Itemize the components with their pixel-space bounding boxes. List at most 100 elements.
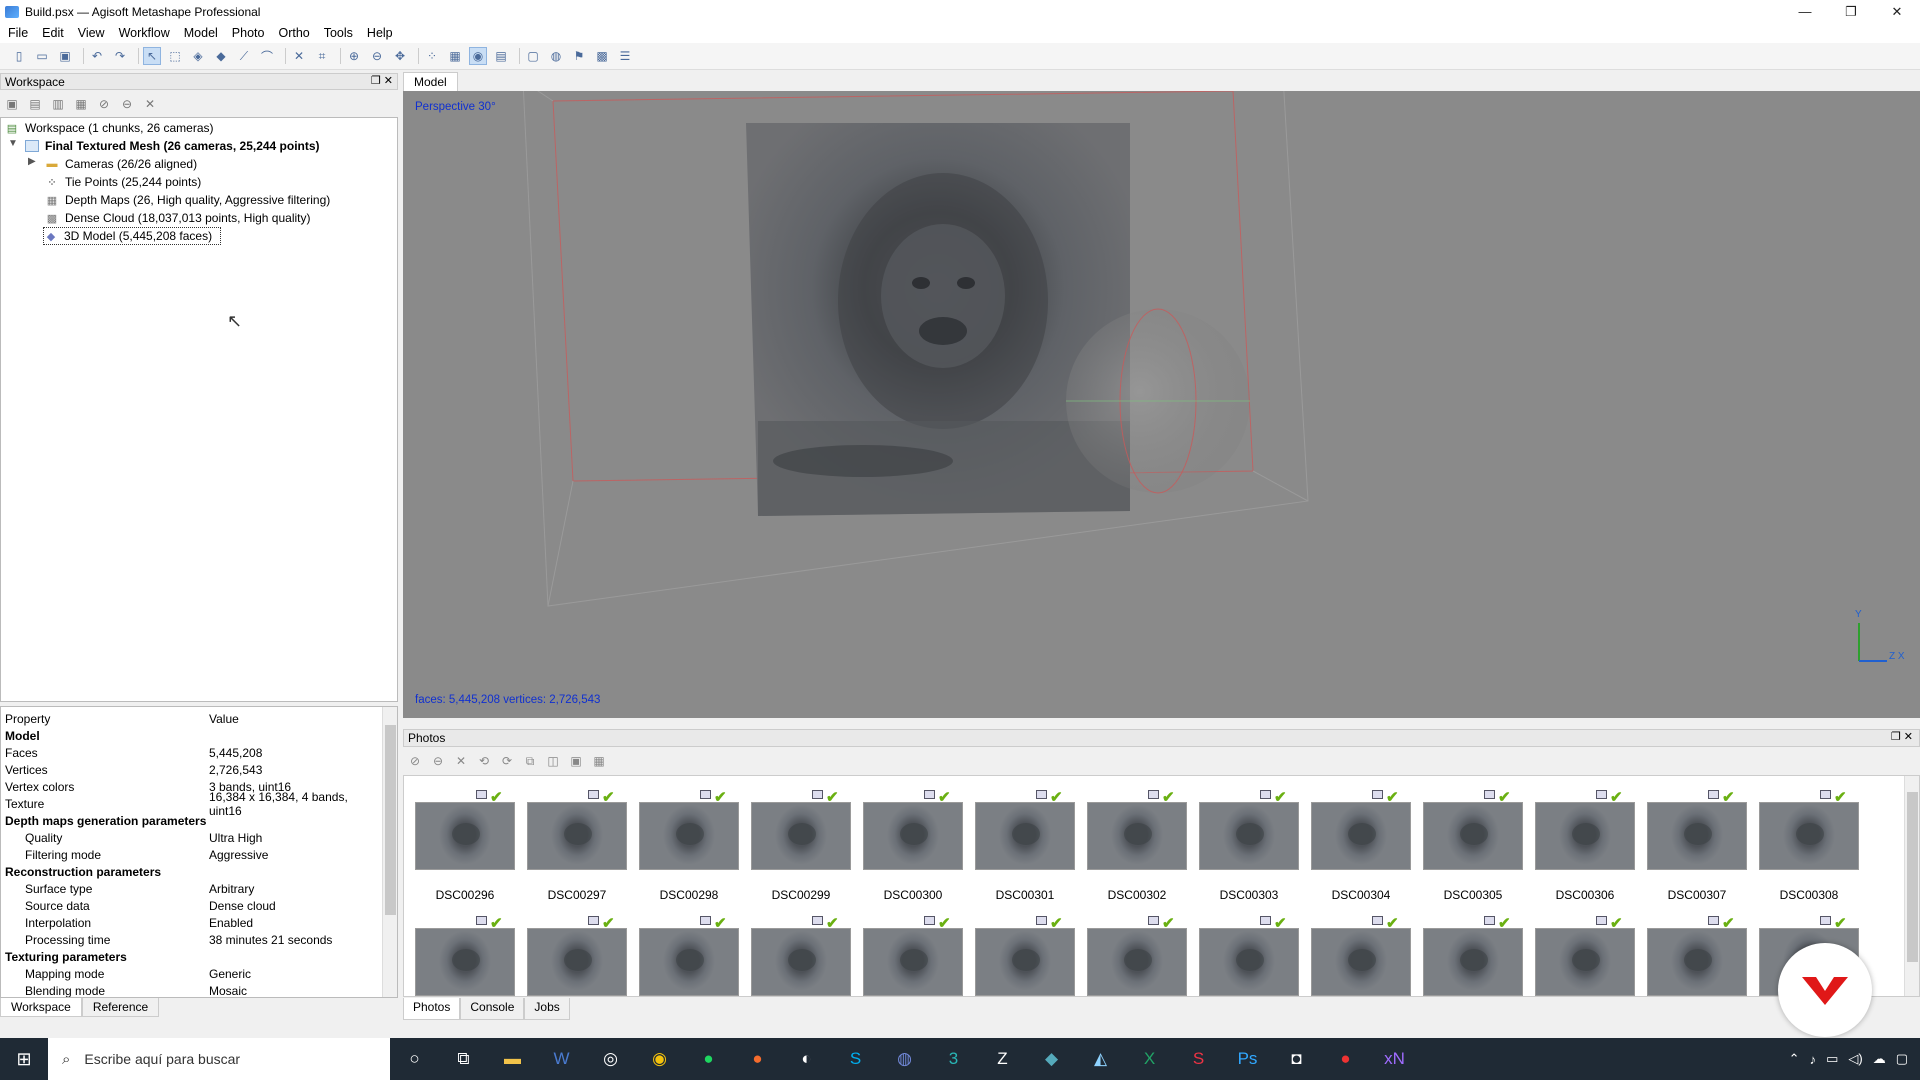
photo-thumbnail[interactable]: ✔ DSC00305	[1412, 776, 1524, 906]
task-view-icon[interactable]: ⧉	[439, 1038, 488, 1080]
move-object-icon[interactable]: ◈	[189, 47, 207, 65]
enable-camera-icon[interactable]: ⊘	[96, 96, 112, 112]
property-row[interactable]: Blending mode Mosaic	[1, 982, 383, 998]
tree-node-3d-model[interactable]: ◆ 3D Model (5,445,208 faces)	[43, 227, 222, 245]
view-mode-icon[interactable]: ▣	[568, 753, 584, 769]
remove-item-icon[interactable]: ✕	[142, 96, 158, 112]
photo-thumbnail[interactable]: ✔ DSC00302	[1076, 776, 1188, 906]
new-document-icon[interactable]: ▯	[10, 47, 28, 65]
menu-tools[interactable]: Tools	[324, 26, 353, 40]
disable-photo-icon[interactable]: ⊖	[430, 753, 446, 769]
property-row[interactable]: Model	[1, 727, 383, 744]
navigation-cursor-icon[interactable]: ↖	[143, 47, 161, 65]
rotate-object-icon[interactable]: ◆	[212, 47, 230, 65]
discord-icon[interactable]: ◍	[880, 1038, 929, 1080]
tab-jobs[interactable]: Jobs	[524, 998, 570, 1020]
excel-icon[interactable]: X	[1125, 1038, 1174, 1080]
chrome-icon[interactable]: ◉	[635, 1038, 684, 1080]
disable-camera-icon[interactable]: ⊖	[119, 96, 135, 112]
photo-thumbnail[interactable]: ✔	[852, 902, 964, 996]
tab-console[interactable]: Console	[460, 998, 525, 1020]
tab-workspace[interactable]: Workspace	[0, 998, 82, 1017]
menu-photo[interactable]: Photo	[232, 26, 265, 40]
tab-photos[interactable]: Photos	[403, 998, 461, 1020]
photo-thumbnail[interactable]: ✔	[404, 902, 516, 996]
show-region-icon[interactable]: ▩	[593, 47, 611, 65]
property-row[interactable]: Texturing parameters	[1, 948, 383, 965]
merge-chunks-icon[interactable]: ▦	[73, 96, 89, 112]
photo-thumbnail[interactable]: ✔ DSC00308	[1748, 776, 1860, 906]
photo-thumbnail[interactable]: ✔	[740, 902, 852, 996]
menu-workflow[interactable]: Workflow	[119, 26, 170, 40]
taskbar-search[interactable]: ⌕ Escribe aquí para buscar	[48, 1038, 390, 1080]
tree-node-dense-cloud[interactable]: ▩ Dense Cloud (18,037,013 points, High q…	[45, 209, 311, 227]
delete-selection-icon[interactable]: ✕	[290, 47, 308, 65]
photo-thumbnail[interactable]: ✔ DSC00307	[1636, 776, 1748, 906]
recorder-icon[interactable]: ●	[1321, 1038, 1370, 1080]
photo-thumbnail[interactable]: ✔	[964, 902, 1076, 996]
windows-start-icon[interactable]: ⊞	[0, 1038, 48, 1080]
show-dense-cloud-icon[interactable]: ▦	[446, 47, 464, 65]
scrollbar-thumb[interactable]	[1907, 792, 1918, 962]
photo-thumbnail[interactable]: ✔ DSC00301	[964, 776, 1076, 906]
panel-close-icon[interactable]: ❐ ✕	[1891, 730, 1913, 743]
camera-app-icon[interactable]: ◘	[1272, 1038, 1321, 1080]
panel-close-icon[interactable]: ❐ ✕	[371, 74, 393, 87]
network-icon[interactable]: ▭	[1826, 1051, 1838, 1067]
tree-node-workspace[interactable]: ▤ Workspace (1 chunks, 26 cameras)	[5, 119, 214, 137]
3ds-max-icon[interactable]: 3	[929, 1038, 978, 1080]
xnview-icon[interactable]: xN	[1370, 1038, 1419, 1080]
rotate-right-icon[interactable]: ⟳	[499, 753, 515, 769]
metashape-icon[interactable]: ◭	[1076, 1038, 1125, 1080]
property-row[interactable]: Processing time 38 minutes 21 seconds	[1, 931, 383, 948]
spotify-icon[interactable]: ●	[684, 1038, 733, 1080]
measure-icon[interactable]: ⌒	[258, 47, 276, 65]
add-photos-icon[interactable]: ▤	[27, 96, 43, 112]
crop-selection-icon[interactable]: ⌗	[313, 47, 331, 65]
undo-icon[interactable]: ↶	[88, 47, 106, 65]
tree-node-tie-points[interactable]: ⁘ Tie Points (25,244 points)	[45, 173, 201, 191]
add-chunk-icon[interactable]: ▣	[4, 96, 20, 112]
zoom-out-icon[interactable]: ⊖	[368, 47, 386, 65]
redo-icon[interactable]: ↷	[111, 47, 129, 65]
menu-model[interactable]: Model	[184, 26, 218, 40]
photo-thumbnail[interactable]: ✔	[1636, 902, 1748, 996]
photo-thumbnail[interactable]: ✔	[1412, 902, 1524, 996]
property-row[interactable]: Faces 5,445,208	[1, 744, 383, 761]
property-row[interactable]: Filtering mode Aggressive	[1, 846, 383, 863]
skype-icon[interactable]: S	[831, 1038, 880, 1080]
zoom-in-icon[interactable]: ⊕	[345, 47, 363, 65]
photo-thumbnail[interactable]: ✔ DSC00297	[516, 776, 628, 906]
scrollbar-thumb[interactable]	[385, 725, 396, 915]
origin-icon[interactable]: ●	[733, 1038, 782, 1080]
show-tiled-model-icon[interactable]: ▤	[492, 47, 510, 65]
property-row[interactable]: Texture 16,384 x 16,384, 4 bands, uint16	[1, 790, 383, 818]
photo-thumbnail[interactable]: ✔ DSC00304	[1300, 776, 1412, 906]
filter-photos-icon[interactable]: ⧉	[522, 753, 538, 769]
menu-edit[interactable]: Edit	[42, 26, 64, 40]
rotate-left-icon[interactable]: ⟲	[476, 753, 492, 769]
show-points-icon[interactable]: ⁘	[423, 47, 441, 65]
photo-thumbnail[interactable]: ✔	[516, 902, 628, 996]
enable-photo-icon[interactable]: ⊘	[407, 753, 423, 769]
property-row[interactable]: Mapping mode Generic	[1, 965, 383, 982]
close-button[interactable]: ✕	[1874, 0, 1920, 23]
show-shapes-icon[interactable]: ◍	[547, 47, 565, 65]
remove-photo-icon[interactable]: ✕	[453, 753, 469, 769]
substance-icon[interactable]: S	[1174, 1038, 1223, 1080]
photo-thumbnail[interactable]: ✔	[1076, 902, 1188, 996]
photo-thumbnail[interactable]: ✔	[1300, 902, 1412, 996]
model-viewport[interactable]: Y Z X Perspective 30° faces: 5,445,208 v…	[403, 91, 1920, 718]
zbrush-icon[interactable]: Z	[978, 1038, 1027, 1080]
word-icon[interactable]: W	[537, 1038, 586, 1080]
photo-thumbnail[interactable]: ✔	[628, 902, 740, 996]
notifications-icon[interactable]: ▢	[1896, 1051, 1908, 1067]
tree-node-chunk[interactable]: Final Textured Mesh (26 cameras, 25,244 …	[25, 137, 320, 155]
cloud-icon[interactable]: ☁	[1873, 1051, 1886, 1067]
properties-scrollbar[interactable]	[382, 707, 397, 997]
property-row[interactable]: Interpolation Enabled	[1, 914, 383, 931]
add-folder-icon[interactable]: ▥	[50, 96, 66, 112]
photo-thumbnail[interactable]: ✔ DSC00296	[404, 776, 516, 906]
photo-thumbnail[interactable]: ✔ DSC00298	[628, 776, 740, 906]
photo-thumbnail[interactable]: ✔ DSC00300	[852, 776, 964, 906]
